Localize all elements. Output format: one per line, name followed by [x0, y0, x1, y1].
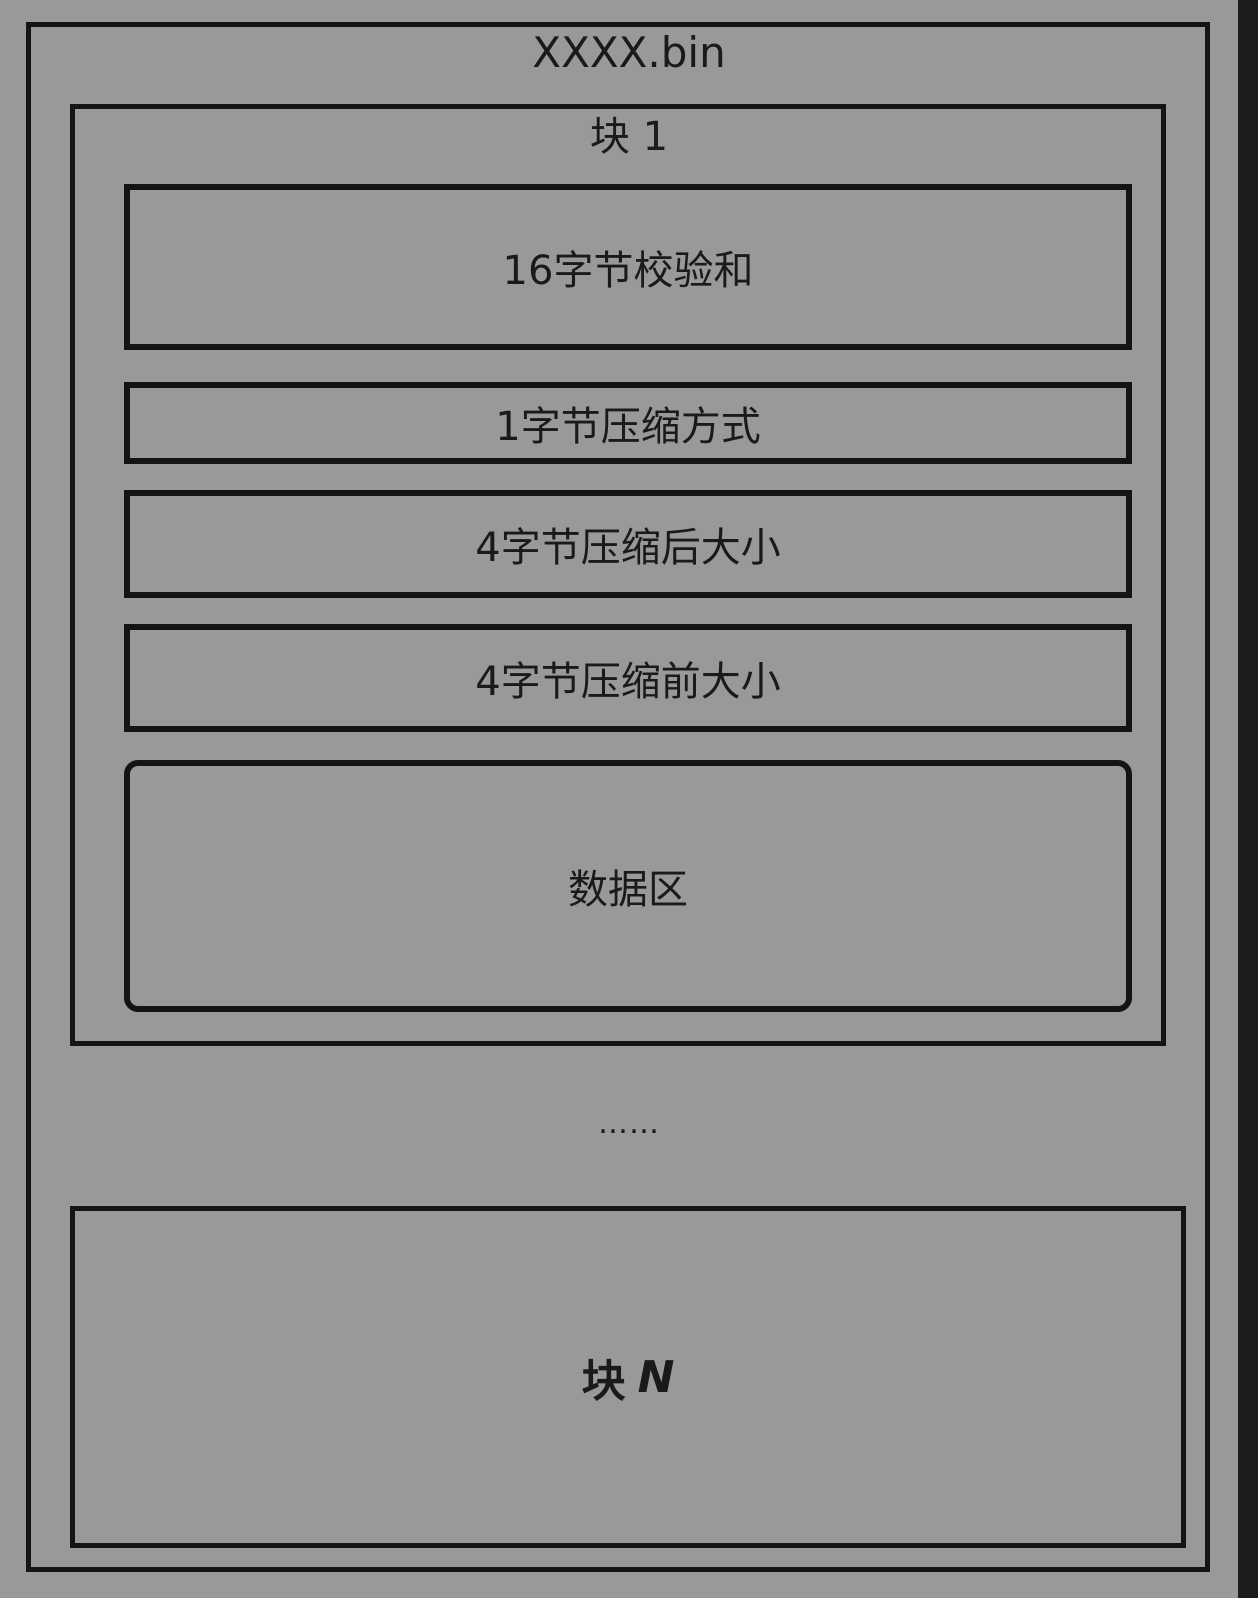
compressed-size-field-label: 4字节压缩后大小 — [475, 525, 781, 571]
block-n-container: 块 N — [70, 1206, 1186, 1548]
uncompressed-size-field: 4字节压缩前大小 — [124, 624, 1132, 732]
checksum-field-label: 16字节校验和 — [502, 248, 754, 294]
block-n-prefix: 块 — [581, 1356, 626, 1407]
right-edge-bar — [1238, 0, 1258, 1598]
data-area-field-label: 数据区 — [568, 867, 688, 913]
compression-method-field: 1字节压缩方式 — [124, 382, 1132, 464]
file-name-label: XXXX.bin — [532, 28, 726, 77]
compression-method-field-label: 1字节压缩方式 — [495, 404, 761, 450]
block-1-title: 块 1 — [589, 114, 669, 160]
compressed-size-field: 4字节压缩后大小 — [124, 490, 1132, 598]
data-area-field: 数据区 — [124, 760, 1132, 1012]
ellipsis-separator: …… — [598, 1106, 660, 1141]
block-n-letter: N — [637, 1351, 675, 1403]
uncompressed-size-field-label: 4字节压缩前大小 — [475, 659, 781, 705]
checksum-field: 16字节校验和 — [124, 184, 1132, 350]
